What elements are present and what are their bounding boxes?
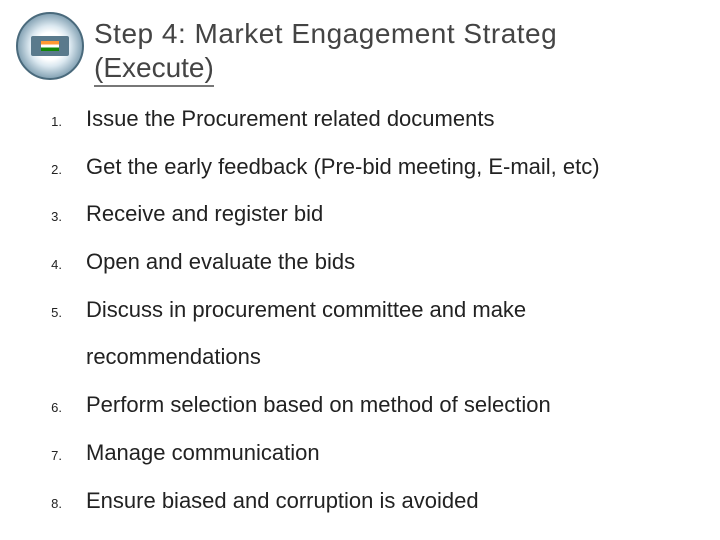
list-item: 7. Manage communication bbox=[30, 438, 710, 468]
list-item: 3. Receive and register bid bbox=[30, 199, 710, 229]
logo-flag-icon bbox=[41, 41, 59, 51]
list-item: 5. Discuss in procurement committee and … bbox=[30, 295, 710, 325]
list-number: 8. bbox=[30, 496, 62, 511]
list-text: Perform selection based on method of sel… bbox=[86, 390, 551, 420]
list-text: Get the early feedback (Pre-bid meeting,… bbox=[86, 152, 600, 182]
slide-heading: Step 4: Market Engagement Strateg (Execu… bbox=[94, 18, 720, 87]
heading-line-1: Step 4: Market Engagement Strateg bbox=[94, 18, 720, 50]
list-number: 7. bbox=[30, 448, 62, 463]
list-text: Open and evaluate the bids bbox=[86, 247, 355, 277]
list-number: 2. bbox=[30, 162, 62, 177]
list-text: Manage communication bbox=[86, 438, 320, 468]
list-item: 4. Open and evaluate the bids bbox=[30, 247, 710, 277]
heading-line-2: (Execute) bbox=[94, 52, 214, 87]
list-item: 2. Get the early feedback (Pre-bid meeti… bbox=[30, 152, 710, 182]
list-item: 8. Ensure biased and corruption is avoid… bbox=[30, 486, 710, 516]
slide-body: 1. Issue the Procurement related documen… bbox=[30, 104, 710, 533]
list-number: 1. bbox=[30, 114, 62, 129]
list-text: Issue the Procurement related documents bbox=[86, 104, 494, 134]
list-item: 1. Issue the Procurement related documen… bbox=[30, 104, 710, 134]
list-item: 6. Perform selection based on method of … bbox=[30, 390, 710, 420]
list-text: Receive and register bid bbox=[86, 199, 323, 229]
list-item-continuation: recommendations bbox=[86, 342, 710, 372]
logo-seal bbox=[16, 12, 84, 80]
list-number: 3. bbox=[30, 209, 62, 224]
list-text: Discuss in procurement committee and mak… bbox=[86, 295, 526, 325]
list-text: Ensure biased and corruption is avoided bbox=[86, 486, 479, 516]
list-text: recommendations bbox=[86, 342, 261, 372]
logo-inner bbox=[31, 36, 69, 56]
logo-circle bbox=[16, 12, 84, 80]
list-number: 5. bbox=[30, 305, 62, 320]
list-number: 4. bbox=[30, 257, 62, 272]
list-number: 6. bbox=[30, 400, 62, 415]
